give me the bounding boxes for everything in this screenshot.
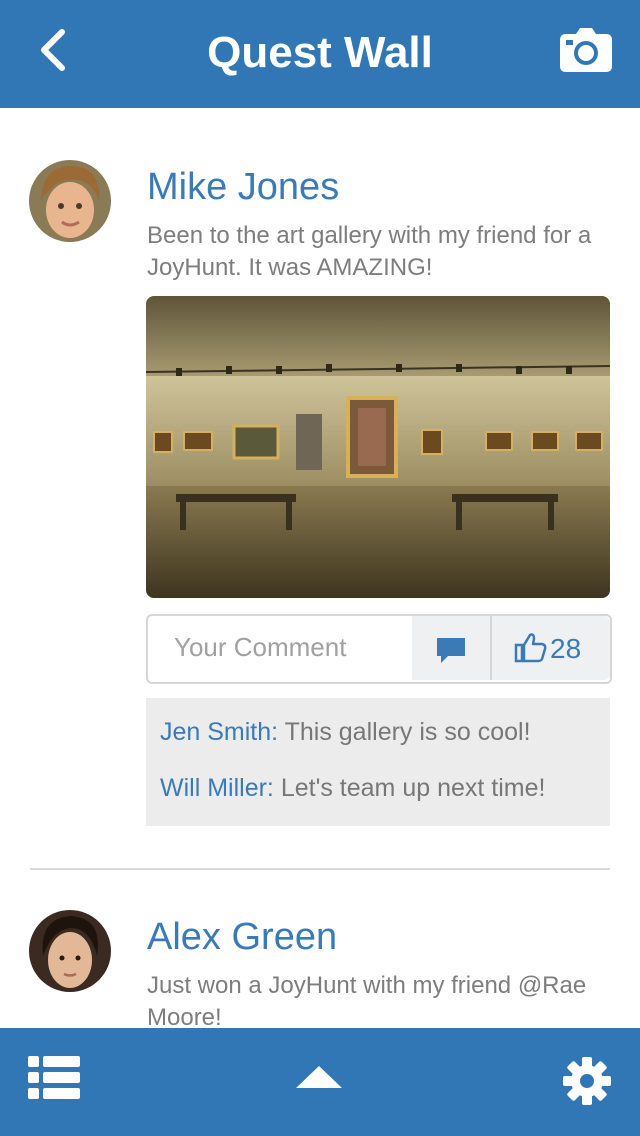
feed[interactable]: Mike Jones Been to the art gallery with … (0, 108, 640, 1028)
post-author[interactable]: Mike Jones (147, 166, 339, 209)
comment-button[interactable] (412, 616, 492, 680)
settings-button[interactable] (562, 1056, 612, 1106)
avatar[interactable] (29, 910, 111, 992)
post-text: Been to the art gallery with my friend f… (147, 222, 592, 281)
post-actions: 28 (146, 614, 612, 684)
camera-button[interactable] (560, 28, 612, 72)
avatar[interactable] (29, 160, 111, 242)
scroll-up-button[interactable] (294, 1064, 344, 1094)
list-item: Jen Smith: This gallery is so cool! (160, 718, 531, 747)
list-button[interactable] (28, 1054, 80, 1102)
comment-input[interactable] (148, 616, 438, 678)
list-item: Will Miller: Let's team up next time! (160, 774, 545, 803)
thumbs-up-icon (514, 633, 547, 663)
comment-text: This gallery is so cool! (278, 718, 531, 746)
list-icon (28, 1056, 80, 1099)
divider (30, 868, 610, 870)
page-title: Quest Wall (207, 28, 433, 77)
camera-icon (560, 28, 612, 72)
comment-author[interactable]: Jen Smith: (160, 718, 278, 746)
comment-author[interactable]: Will Miller: (160, 774, 274, 802)
post-text: Just won a JoyHunt with my friend @Rae M… (147, 972, 587, 1028)
comments-list: Jen Smith: This gallery is so cool! Will… (146, 698, 610, 826)
post-author[interactable]: Alex Green (147, 916, 337, 959)
comment-text: Let's team up next time! (273, 774, 546, 802)
gear-icon (563, 1057, 611, 1105)
chevron-up-icon (296, 1066, 342, 1088)
post-photo[interactable] (146, 296, 610, 598)
like-count: 28 (550, 633, 582, 664)
top-nav-bar: Quest Wall (0, 0, 640, 108)
speech-bubble-icon (437, 638, 465, 663)
like-button[interactable]: 28 (492, 616, 610, 680)
bottom-toolbar (0, 1028, 640, 1136)
